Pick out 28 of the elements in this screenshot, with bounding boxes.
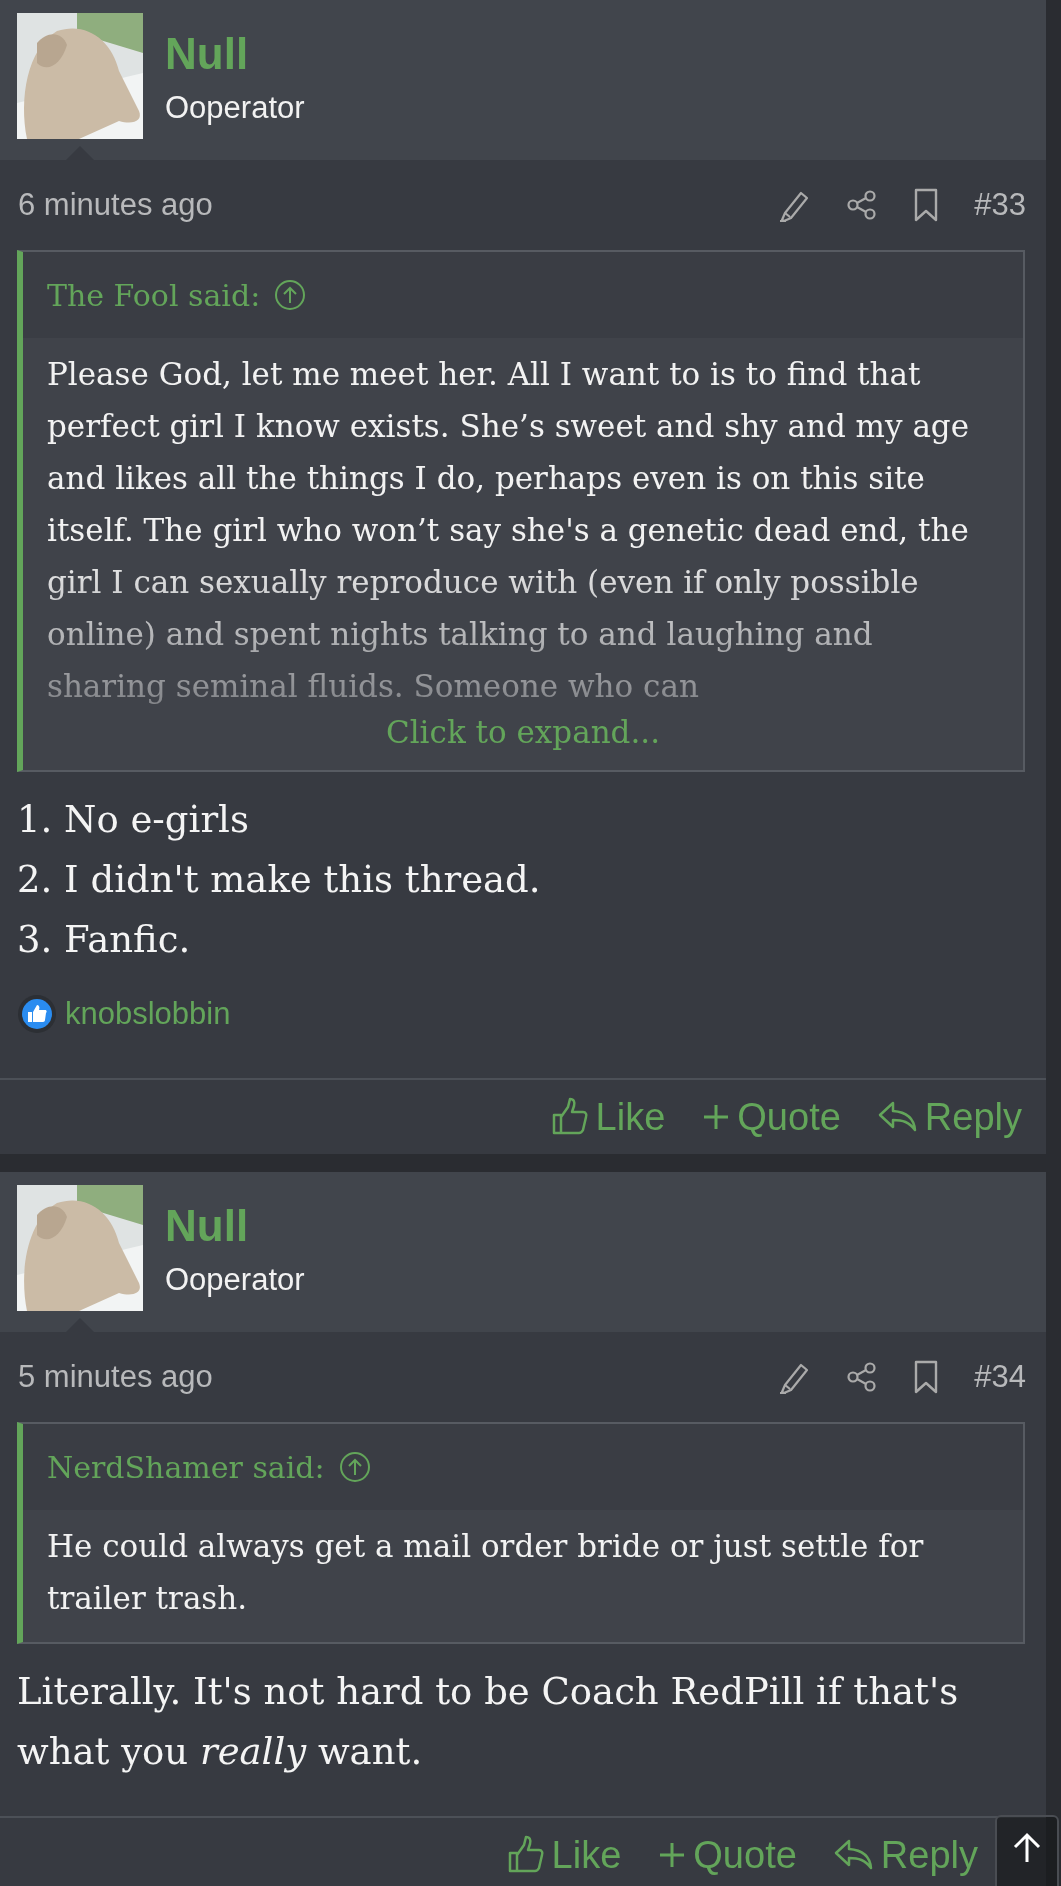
arrow-up-circle-icon[interactable] <box>338 1451 371 1483</box>
reply-button[interactable]: Reply <box>876 1095 1022 1139</box>
quote-button[interactable]: Quote <box>701 1095 841 1139</box>
post-text: Literally. It's not hard to be Coach RedPill if that's what you really want. <box>17 1669 960 1775</box>
post-time[interactable]: 5 minutes ago <box>18 1359 213 1395</box>
post-text: 1. No e-girls <box>17 797 250 843</box>
expand-link[interactable]: Click to expand... <box>47 712 999 752</box>
quote-attribution[interactable]: NerdShamer said: <box>47 1449 325 1485</box>
user-title: Ooperator <box>165 1261 305 1299</box>
quote-button[interactable]: Quote <box>657 1833 797 1877</box>
post-number-link[interactable]: #33 <box>974 187 1026 223</box>
username-link[interactable]: Null <box>165 1197 305 1255</box>
user-title: Ooperator <box>165 89 305 127</box>
like-button[interactable]: Like <box>549 1095 666 1139</box>
reply-button[interactable]: Reply <box>832 1833 978 1877</box>
quote-attribution[interactable]: The Fool said: <box>47 277 261 313</box>
like-button[interactable]: Like <box>505 1833 622 1877</box>
post-text: 2. I didn't make this thread. <box>17 857 542 903</box>
username-link[interactable]: Null <box>165 25 305 83</box>
quote-text: Please God, let me meet her. All I want to is to find that perfect girl I know exists. She’s sweet and shy and my age and likes all the things I do, perhaps even is on this site itself. The girl who won’t say she's a genetic dead end, the girl I can sexually reproduce with (even if only possible online) and spent nights talking to and laughing and sharing seminal fluids. Someone who can <box>47 355 971 706</box>
post-text: 3. Fanfic. <box>17 917 192 963</box>
arrow-up-circle-icon[interactable] <box>274 279 307 311</box>
scroll-to-top-button[interactable] <box>995 1815 1059 1886</box>
post-time[interactable]: 6 minutes ago <box>18 187 213 223</box>
reaction-user-link[interactable]: knobslobbin <box>65 996 231 1032</box>
post-number-link[interactable]: #34 <box>974 1359 1026 1395</box>
like-reaction-icon <box>17 994 57 1034</box>
quote-text: He could always get a mail order bride or just settle for trailer trash. <box>47 1527 925 1618</box>
